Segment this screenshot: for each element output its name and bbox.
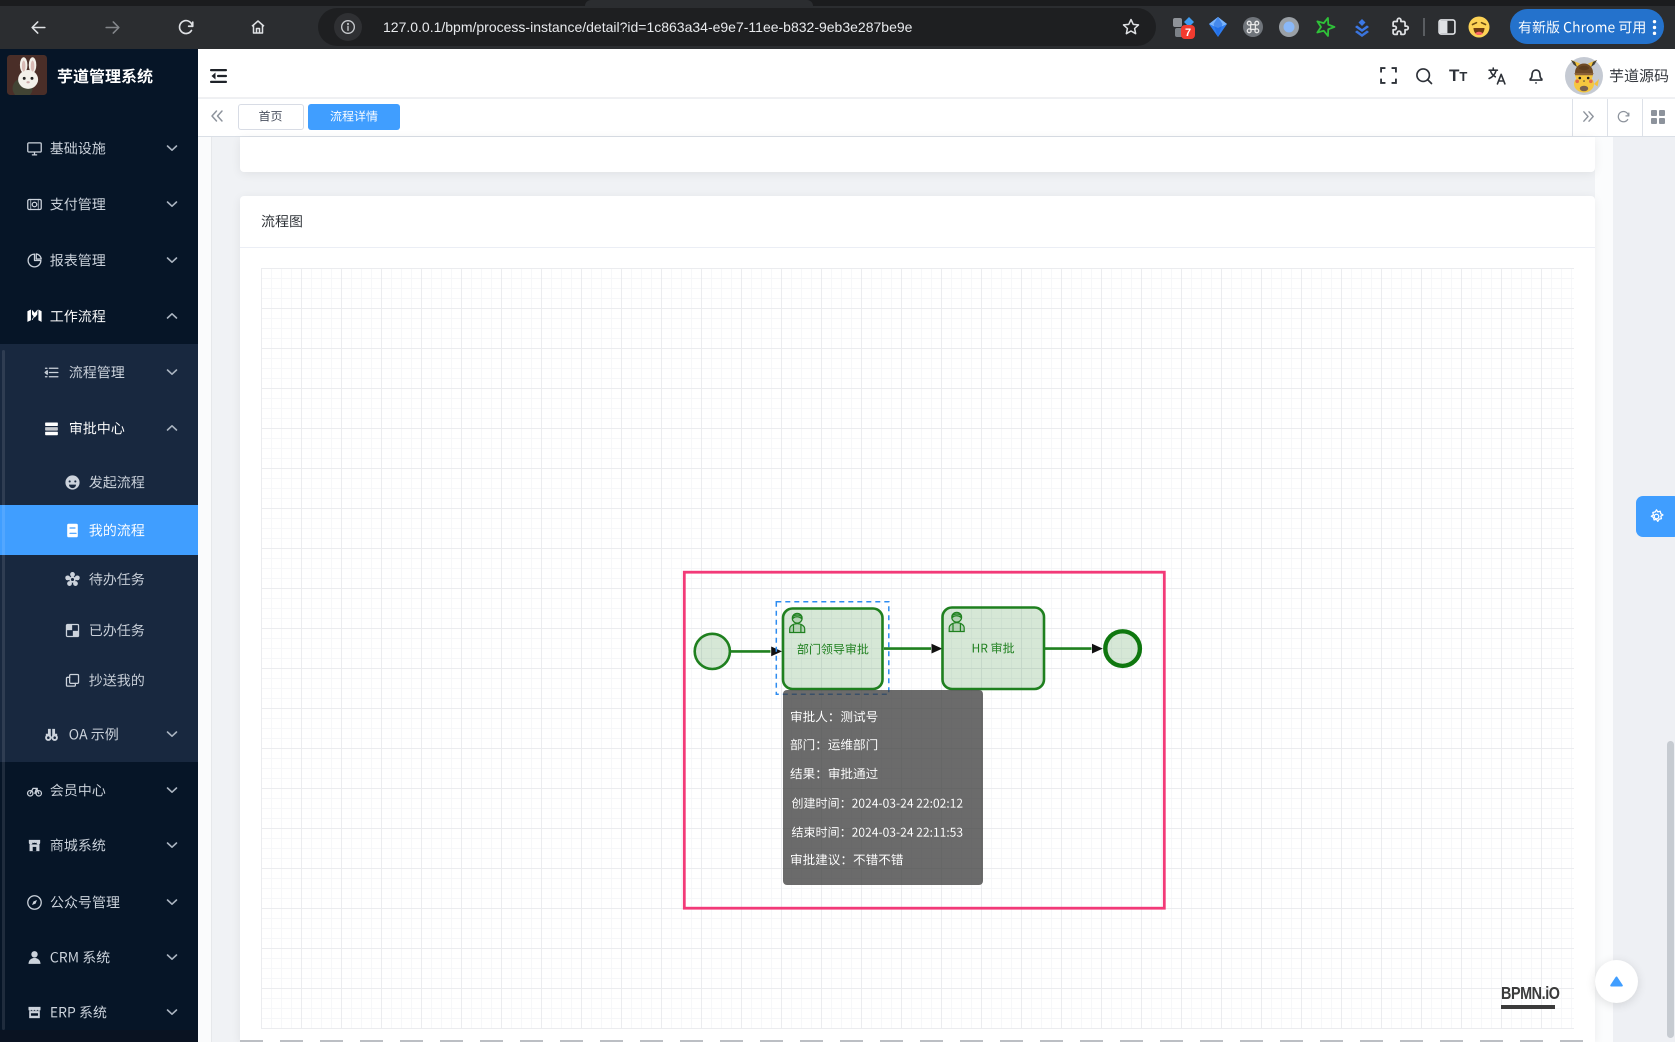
svg-text:7: 7 xyxy=(1185,27,1191,39)
